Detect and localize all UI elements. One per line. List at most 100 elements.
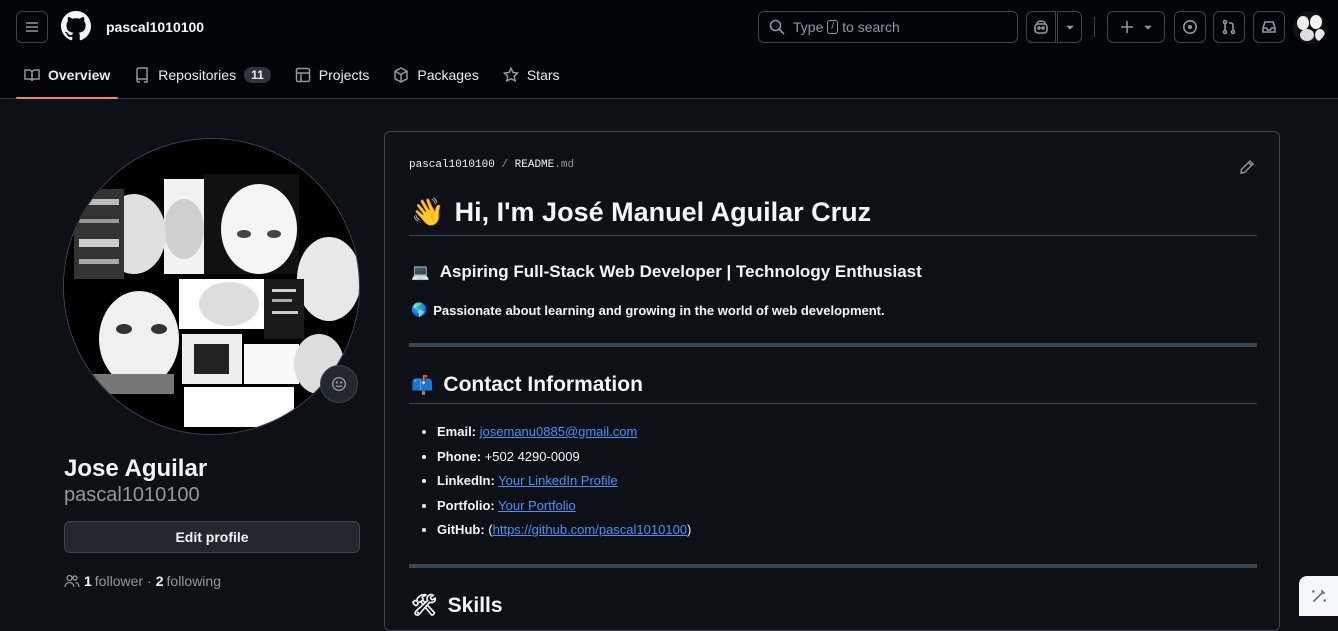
issues-button[interactable] xyxy=(1174,11,1206,43)
edit-readme-button[interactable] xyxy=(1239,159,1255,180)
git-pull-request-icon xyxy=(1222,19,1236,35)
readme-path-separator: / xyxy=(501,159,509,171)
top-header: pascal1010100 Type / to search Overview … xyxy=(0,0,1338,99)
avatar-image xyxy=(64,139,359,434)
readme-tagline: 🌎 Passionate about learning and growing … xyxy=(411,302,885,318)
contact-list: Email: josemanu0885@gmail.com Phone: +50… xyxy=(437,422,691,545)
skills-heading: 🛠 Skills xyxy=(411,594,503,618)
readme-title: 👋 Hi, I'm José Manuel Aguilar Cruz xyxy=(411,196,871,228)
github-link[interactable]: https://github.com/pascal1010100 xyxy=(493,522,687,537)
readme-path: pascal1010100 / README.md xyxy=(409,159,574,171)
tab-projects-label: Projects xyxy=(318,67,370,83)
contact-label: LinkedIn: xyxy=(437,473,495,488)
avatar xyxy=(1293,11,1326,44)
readme-subtitle: 💻 Aspiring Full-Stack Web Developer | Te… xyxy=(411,262,922,282)
skills-heading-text: Skills xyxy=(447,594,503,617)
create-new-button[interactable] xyxy=(1107,11,1165,43)
phone-value: +502 4290-0009 xyxy=(484,448,580,464)
copilot-chat-button[interactable] xyxy=(1299,576,1338,616)
inbox-button[interactable] xyxy=(1253,11,1285,43)
header-divider xyxy=(1094,17,1095,37)
title-underline xyxy=(409,235,1257,236)
section-divider xyxy=(409,564,1257,568)
repo-icon xyxy=(136,67,149,83)
search-suffix: to search xyxy=(842,19,900,35)
header-username[interactable]: pascal1010100 xyxy=(106,19,204,35)
followers-link[interactable]: 1 follower xyxy=(84,573,143,589)
star-icon xyxy=(502,67,519,83)
contact-github: GitHub: (https://github.com/pascal101010… xyxy=(437,520,691,545)
people-icon xyxy=(64,574,80,588)
contact-label: Email: xyxy=(437,424,477,439)
contact-phone: Phone: +502 4290-0009 xyxy=(437,447,691,472)
search-input[interactable]: Type / to search xyxy=(758,11,1018,43)
followers-label: follower xyxy=(94,573,144,589)
following-count: 2 xyxy=(155,573,164,589)
search-icon xyxy=(769,19,785,35)
repositories-count-badge: 11 xyxy=(244,67,271,83)
inbox-icon xyxy=(1262,21,1276,33)
sparkle-edit-icon xyxy=(1312,589,1326,603)
copilot-button[interactable] xyxy=(1026,11,1056,43)
contact-heading-text: Contact Information xyxy=(443,373,643,396)
contact-label: GitHub: xyxy=(437,522,485,537)
pencil-icon xyxy=(1240,160,1254,174)
readme-title-text: Hi, I'm José Manuel Aguilar Cruz xyxy=(454,196,872,227)
tab-packages[interactable]: Packages xyxy=(385,60,486,90)
tab-repositories[interactable]: Repositories 11 xyxy=(126,60,279,90)
globe-emoji: 🌎 xyxy=(411,302,428,317)
contact-underline xyxy=(409,403,1257,404)
follow-separator: · xyxy=(147,573,152,589)
tab-stars-label: Stars xyxy=(526,67,560,83)
portfolio-link[interactable]: Your Portfolio xyxy=(498,498,576,513)
following-link[interactable]: 2 following xyxy=(156,573,221,589)
waving-hand-emoji: 👋 xyxy=(411,197,445,227)
readme-path-file[interactable]: README xyxy=(515,159,555,171)
copilot-menu-button[interactable] xyxy=(1057,11,1082,43)
profile-login: pascal1010100 xyxy=(64,484,200,506)
following-label: following xyxy=(166,573,221,589)
pull-requests-button[interactable] xyxy=(1213,11,1245,43)
issue-opened-icon xyxy=(1183,20,1197,34)
menu-button[interactable] xyxy=(16,11,48,43)
profile-readme: pascal1010100 / README.md 👋 Hi, I'm José… xyxy=(384,131,1280,631)
tab-overview-label: Overview xyxy=(48,67,111,83)
tab-overview[interactable]: Overview xyxy=(16,60,119,99)
tab-repositories-label: Repositories xyxy=(158,67,237,83)
readme-subtitle-text: Aspiring Full-Stack Web Developer | Tech… xyxy=(439,262,922,281)
plus-icon xyxy=(1121,21,1133,33)
follow-stats: 1 follower · 2 following xyxy=(64,573,221,589)
smiley-icon xyxy=(331,376,347,392)
readme-tagline-text: Passionate about learning and growing in… xyxy=(433,302,885,318)
followers-count: 1 xyxy=(84,573,92,589)
contact-label: Portfolio: xyxy=(437,497,495,513)
search-shortcut-key: / xyxy=(827,20,839,34)
contact-email: Email: josemanu0885@gmail.com xyxy=(437,422,691,447)
section-divider xyxy=(409,343,1257,347)
profile-avatar[interactable] xyxy=(63,138,360,435)
contact-heading: 📫 Contact Information xyxy=(411,373,643,397)
contact-portfolio: Portfolio: Your Portfolio xyxy=(437,496,691,521)
hamburger-icon xyxy=(26,22,38,32)
email-link[interactable]: josemanu0885@gmail.com xyxy=(480,424,638,439)
tab-stars[interactable]: Stars xyxy=(495,60,568,90)
chevron-down-icon xyxy=(1066,25,1073,30)
table-icon xyxy=(295,67,311,83)
contact-label: Phone: xyxy=(437,448,482,464)
profile-full-name: Jose Aguilar xyxy=(64,455,208,482)
laptop-emoji: 💻 xyxy=(411,264,430,281)
readme-path-user[interactable]: pascal1010100 xyxy=(409,159,495,171)
tools-emoji: 🛠 xyxy=(411,594,438,617)
tab-packages-label: Packages xyxy=(417,67,479,83)
profile-tabs: Overview Repositories 11 Projects Packag… xyxy=(16,60,576,99)
readme-path-ext: .md xyxy=(554,159,575,171)
search-prefix: Type xyxy=(793,19,824,35)
linkedin-link[interactable]: Your LinkedIn Profile xyxy=(498,473,618,488)
set-status-button[interactable] xyxy=(320,365,358,403)
contact-linkedin: LinkedIn: Your LinkedIn Profile xyxy=(437,471,691,496)
edit-profile-button[interactable]: Edit profile xyxy=(64,521,360,553)
user-avatar-button[interactable] xyxy=(1293,11,1326,44)
copilot-icon xyxy=(1034,20,1048,34)
github-logo-icon[interactable] xyxy=(61,11,91,41)
tab-projects[interactable]: Projects xyxy=(287,60,378,90)
